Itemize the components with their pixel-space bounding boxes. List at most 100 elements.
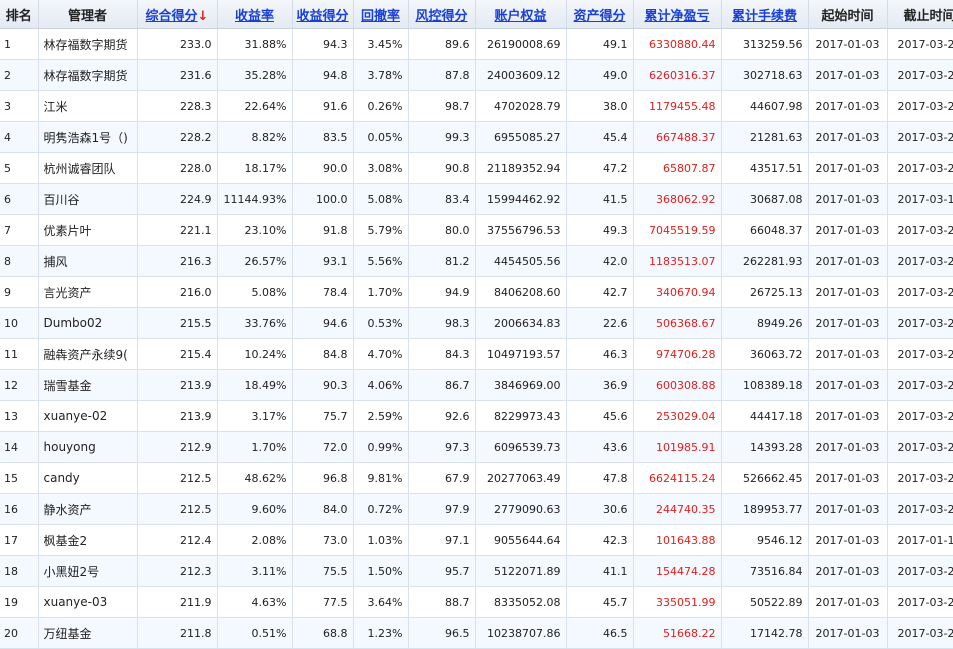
risk-score-cell: 97.3 xyxy=(408,431,476,463)
end-date-cell: 2017-03-20 xyxy=(887,307,953,339)
return-rate-cell: 1.70% xyxy=(217,431,293,463)
equity-cell: 26190008.69 xyxy=(475,28,567,60)
sort-risk-score-link[interactable]: 风控得分 xyxy=(415,9,467,24)
drawdown-cell: 4.06% xyxy=(353,369,409,401)
fees-cell: 66048.37 xyxy=(721,214,809,246)
equity-cell: 8229973.43 xyxy=(475,400,567,432)
end-date-cell: 2017-01-19 xyxy=(887,524,953,556)
equity-cell: 5122071.89 xyxy=(475,555,567,587)
sort-net-pnl-link[interactable]: 累计净盈亏 xyxy=(644,9,709,24)
equity-cell: 4454505.56 xyxy=(475,245,567,277)
table-row: 4 明隽浩森1号（) 228.2 8.82% 83.5 0.05% 99.3 6955085.… xyxy=(0,121,953,153)
header-fees[interactable]: 累计手续费 xyxy=(721,0,809,29)
return-rate-cell: 48.62% xyxy=(217,462,293,494)
sort-equity-link[interactable]: 账户权益 xyxy=(494,9,546,24)
sort-fees-link[interactable]: 累计手续费 xyxy=(732,9,797,24)
rank-cell: 17 xyxy=(0,524,39,556)
fees-cell: 526662.45 xyxy=(721,462,809,494)
table-row: 7 优素片叶 221.1 23.10% 91.8 5.79% 80.0 37556796.53… xyxy=(0,214,953,246)
drawdown-cell: 2.59% xyxy=(353,400,409,432)
header-net-pnl[interactable]: 累计净盈亏 xyxy=(633,0,722,29)
composite-score-cell: 211.8 xyxy=(137,617,218,649)
net-pnl-cell: 51668.22 xyxy=(633,617,722,649)
end-date-cell: 2017-03-20 xyxy=(887,59,953,91)
sort-drawdown-link[interactable]: 回撤率 xyxy=(361,9,400,24)
drawdown-cell: 1.70% xyxy=(353,276,409,308)
fees-cell: 313259.56 xyxy=(721,28,809,60)
net-pnl-cell: 101985.91 xyxy=(633,431,722,463)
net-pnl-cell: 1179455.48 xyxy=(633,90,722,122)
rank-cell: 14 xyxy=(0,431,39,463)
manager-cell: 林存福数字期货 xyxy=(38,59,138,91)
header-asset-score[interactable]: 资产得分 xyxy=(566,0,634,29)
asset-score-cell: 47.8 xyxy=(566,462,634,494)
composite-score-cell: 228.0 xyxy=(137,152,218,184)
header-return-score[interactable]: 收益得分 xyxy=(292,0,354,29)
net-pnl-cell: 600308.88 xyxy=(633,369,722,401)
risk-score-cell: 95.7 xyxy=(408,555,476,587)
sort-return-rate-link[interactable]: 收益率 xyxy=(235,9,274,24)
manager-cell: 明隽浩森1号（) xyxy=(38,121,138,153)
net-pnl-cell: 7045519.59 xyxy=(633,214,722,246)
asset-score-cell: 30.6 xyxy=(566,493,634,525)
table-row: 17 枫基金2 212.4 2.08% 73.0 1.03% 97.1 9055644.64 4… xyxy=(0,524,953,556)
manager-cell: 枫基金2 xyxy=(38,524,138,556)
manager-cell: Dumbo02 xyxy=(38,307,138,339)
risk-score-cell: 97.9 xyxy=(408,493,476,525)
net-pnl-cell: 368062.92 xyxy=(633,183,722,215)
table-row: 16 静水资产 212.5 9.60% 84.0 0.72% 97.9 2779090.63 3… xyxy=(0,493,953,525)
composite-score-cell: 212.3 xyxy=(137,555,218,587)
header-drawdown[interactable]: 回撤率 xyxy=(353,0,409,29)
equity-cell: 9055644.64 xyxy=(475,524,567,556)
composite-score-cell: 221.1 xyxy=(137,214,218,246)
rank-cell: 13 xyxy=(0,400,39,432)
sort-return-score-link[interactable]: 收益得分 xyxy=(296,9,348,24)
header-return-rate[interactable]: 收益率 xyxy=(217,0,293,29)
end-date-cell: 2017-03-20 xyxy=(887,586,953,618)
sort-down-arrow-icon: ↓ xyxy=(197,8,209,24)
equity-cell: 6955085.27 xyxy=(475,121,567,153)
fees-cell: 17142.78 xyxy=(721,617,809,649)
table-row: 11 融犇资产永续9(215.4 10.24% 84.8 4.70% 84.3 104971… xyxy=(0,338,953,370)
sort-composite-score-link[interactable]: 综合得分 xyxy=(146,9,198,24)
header-risk-score[interactable]: 风控得分 xyxy=(408,0,476,29)
return-score-cell: 84.0 xyxy=(292,493,354,525)
asset-score-cell: 49.0 xyxy=(566,59,634,91)
sort-asset-score-link[interactable]: 资产得分 xyxy=(573,9,625,24)
fees-cell: 9546.12 xyxy=(721,524,809,556)
drawdown-cell: 0.53% xyxy=(353,307,409,339)
net-pnl-cell: 506368.67 xyxy=(633,307,722,339)
fees-cell: 44607.98 xyxy=(721,90,809,122)
manager-cell: xuanye-03 xyxy=(38,586,138,618)
start-date-cell: 2017-01-03 xyxy=(808,214,888,246)
asset-score-cell: 49.3 xyxy=(566,214,634,246)
return-score-cell: 68.8 xyxy=(292,617,354,649)
table-row: 10 Dumbo02 215.5 33.76% 94.6 0.53% 98.3 2006634… xyxy=(0,307,953,339)
return-rate-cell: 10.24% xyxy=(217,338,293,370)
table-row: 13 xuanye-02 213.9 3.17% 75.7 2.59% 92.6 822997… xyxy=(0,400,953,432)
rank-cell: 3 xyxy=(0,90,39,122)
start-date-cell: 2017-01-03 xyxy=(808,617,888,649)
drawdown-cell: 1.03% xyxy=(353,524,409,556)
composite-score-cell: 212.5 xyxy=(137,462,218,494)
composite-score-cell: 213.9 xyxy=(137,400,218,432)
header-composite-score[interactable]: 综合得分↓ xyxy=(137,0,218,29)
net-pnl-cell: 6624115.24 xyxy=(633,462,722,494)
rank-cell: 19 xyxy=(0,586,39,618)
rank-cell: 4 xyxy=(0,121,39,153)
end-date-cell: 2017-03-20 xyxy=(887,431,953,463)
start-date-cell: 2017-01-03 xyxy=(808,152,888,184)
composite-score-cell: 228.3 xyxy=(137,90,218,122)
net-pnl-cell: 335051.99 xyxy=(633,586,722,618)
equity-cell: 10497193.57 xyxy=(475,338,567,370)
return-rate-cell: 11144.93% xyxy=(217,183,293,215)
fees-cell: 14393.28 xyxy=(721,431,809,463)
manager-cell: 林存福数字期货 xyxy=(38,28,138,60)
asset-score-cell: 43.6 xyxy=(566,431,634,463)
manager-cell: 万纽基金 xyxy=(38,617,138,649)
ranking-table: 排名 管理者 综合得分↓ 收益率 收益得分 回撤率 风控得分 账户权益 资产得分… xyxy=(0,0,953,649)
header-equity[interactable]: 账户权益 xyxy=(475,0,567,29)
return-rate-cell: 22.64% xyxy=(217,90,293,122)
start-date-cell: 2017-01-03 xyxy=(808,276,888,308)
return-rate-cell: 5.08% xyxy=(217,276,293,308)
